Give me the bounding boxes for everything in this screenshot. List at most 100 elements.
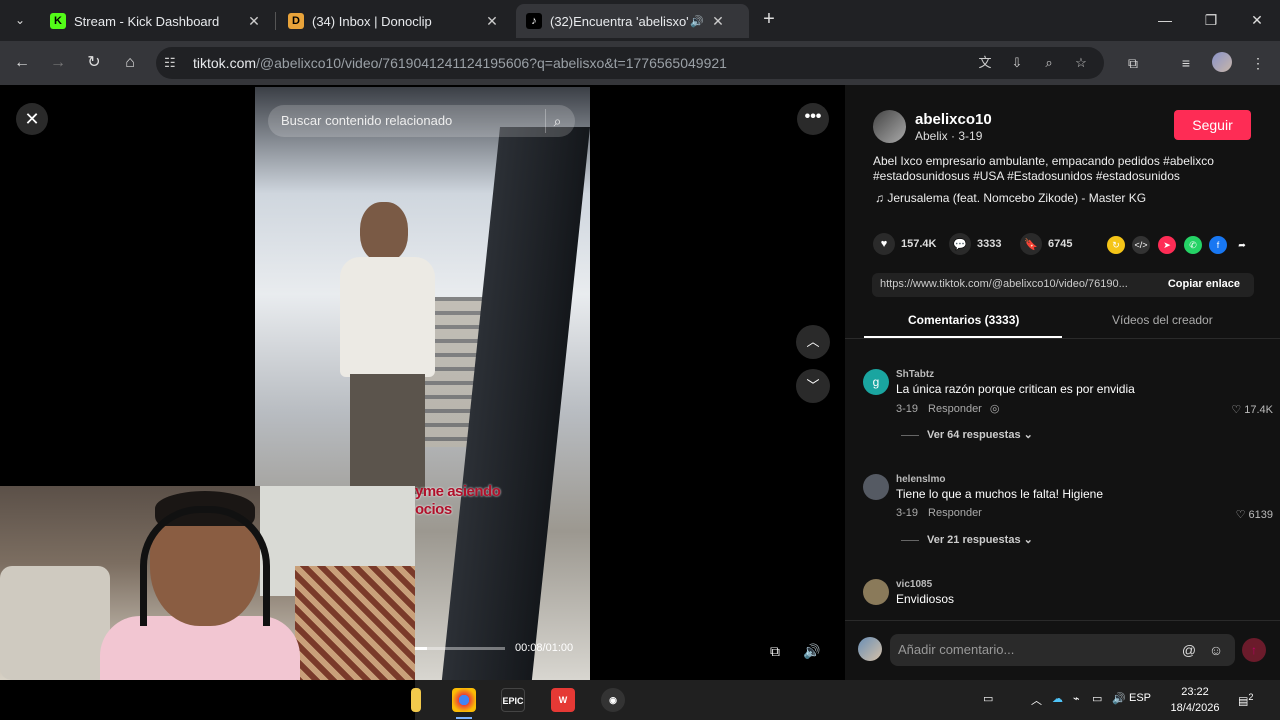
close-tab-icon[interactable]: ✕ <box>246 13 262 30</box>
close-tab-icon[interactable]: ✕ <box>710 13 726 30</box>
author-avatar[interactable] <box>873 110 906 143</box>
wps-icon[interactable]: W <box>551 688 575 712</box>
related-search-input[interactable]: Buscar contenido relacionado ⌕ <box>268 105 575 137</box>
extensions-icon[interactable]: ⧉ <box>1123 53 1143 73</box>
tab-search-chevron-icon[interactable]: ⌄ <box>8 8 32 32</box>
view-replies-button[interactable]: Ver 21 respuestas ⌄ <box>901 533 1033 546</box>
close-window-icon[interactable]: ✕ <box>1234 8 1280 32</box>
comment-input[interactable]: Añadir comentario... @ ☺ <box>890 634 1235 666</box>
commenter-avatar[interactable] <box>863 474 889 500</box>
comment-like-button[interactable]: ♡ 6139 <box>1236 508 1273 521</box>
tiktok-page: ✕ yme asiendo ocios Buscar contenido rel… <box>0 85 1280 680</box>
more-options-icon[interactable]: ••• <box>797 103 829 135</box>
show-hidden-icons-icon[interactable]: ︿ <box>1031 692 1042 708</box>
notifications-icon[interactable]: ▤2 <box>1238 692 1254 708</box>
translate-icon[interactable]: 文 <box>976 54 994 72</box>
bookmark-star-icon[interactable]: ☆ <box>1072 54 1090 72</box>
send-comment-icon[interactable]: ↑ <box>1242 638 1266 662</box>
tab-title: Stream - Kick Dashboard <box>74 13 220 29</box>
minimize-icon[interactable]: — <box>1142 8 1188 32</box>
volume-icon[interactable]: 🔊 <box>798 637 826 665</box>
follow-button[interactable]: Seguir <box>1174 110 1251 140</box>
tab-kick-dashboard[interactable]: K Stream - Kick Dashboard ✕ <box>40 4 272 38</box>
zoom-icon[interactable]: ⌕ <box>1040 54 1058 72</box>
tab-donoclip[interactable]: D (34) Inbox | Donoclip ✕ <box>278 4 510 38</box>
task-view-icon[interactable]: ▭ <box>983 692 993 705</box>
usb-icon[interactable]: ⌁ <box>1073 692 1080 705</box>
comment-composer: Añadir comentario... @ ☺ ↑ <box>845 620 1280 680</box>
facebook-icon[interactable]: f <box>1209 236 1227 254</box>
commenter-avatar[interactable] <box>863 579 889 605</box>
floating-player-icon[interactable]: ⧉ <box>761 637 789 665</box>
profile-avatar[interactable] <box>1212 52 1232 72</box>
commenter-avatar[interactable]: g <box>863 369 889 395</box>
reply-button[interactable]: Responder <box>928 403 982 415</box>
commenter-username[interactable]: ShTabtz <box>896 369 934 380</box>
whatsapp-icon[interactable]: ✆ <box>1184 236 1202 254</box>
tab-separator <box>275 12 276 30</box>
comment-item: vic1085 Envidiosos <box>863 579 1273 619</box>
search-icon[interactable]: ⌕ <box>545 109 569 133</box>
mention-icon[interactable]: @ <box>1179 640 1199 660</box>
view-replies-button[interactable]: Ver 64 respuestas ⌄ <box>901 428 1033 441</box>
tab-title: (32)Encuentra 'abelisxo' en <box>550 13 690 29</box>
webcam-overlay <box>0 486 415 680</box>
kick-icon: K <box>50 13 66 29</box>
details-panel: abelixco10 Abelix · 3-19 Seguir Abel Ixc… <box>845 85 1280 680</box>
address-bar[interactable]: ☷ tiktok.com/@abelixco10/video/761904124… <box>156 47 1104 79</box>
video-frame-person <box>330 202 440 494</box>
restore-icon[interactable]: ❐ <box>1188 8 1234 32</box>
file-explorer-icon[interactable] <box>411 688 421 712</box>
home-icon[interactable]: ⌂ <box>118 51 142 75</box>
author-subtitle: Abelix · 3-19 <box>915 129 983 143</box>
donoclip-icon: D <box>288 13 304 29</box>
like-button[interactable]: ♥ 157.4K <box>873 233 936 255</box>
author-username[interactable]: abelixco10 <box>915 111 992 128</box>
tab-creator-videos[interactable]: Vídeos del creador <box>1112 313 1213 327</box>
video-description: Abel Ixco empresario ambulante, empacand… <box>873 154 1214 183</box>
tab-comments[interactable]: Comentarios (3333) <box>908 313 1019 327</box>
previous-video-icon[interactable]: ︿ <box>796 325 830 359</box>
forward-icon[interactable]: → <box>46 51 70 75</box>
browser-toolbar: ← → ↻ ⌂ ☷ tiktok.com/@abelixco10/video/7… <box>0 41 1280 85</box>
obs-icon[interactable]: ◉ <box>601 688 625 712</box>
clock[interactable]: 23:22 18/4/2026 <box>1160 684 1230 716</box>
install-app-icon[interactable]: ⇩ <box>1008 54 1026 72</box>
menu-icon[interactable]: ⋮ <box>1248 53 1268 73</box>
comment-meta: 3-19 Responder ◎ <box>896 403 1000 415</box>
save-button[interactable]: 🔖 6745 <box>1020 233 1072 255</box>
repost-icon[interactable]: ↻ <box>1107 236 1125 254</box>
video-progress-bar[interactable] <box>415 647 505 650</box>
next-video-icon[interactable]: ﹀ <box>796 369 830 403</box>
onedrive-icon[interactable]: ☁ <box>1052 692 1063 705</box>
chrome-icon[interactable] <box>452 688 476 719</box>
comment-text: Tiene lo que a muchos le falta! Higiene <box>896 487 1104 501</box>
audio-playing-icon[interactable]: 🔊 <box>690 15 710 28</box>
commenter-username[interactable]: helenslmo <box>896 474 945 485</box>
comment-button[interactable]: 💬 3333 <box>949 233 1001 255</box>
back-icon[interactable]: ← <box>10 51 34 75</box>
site-info-icon[interactable]: ☷ <box>164 55 176 71</box>
new-tab-button[interactable]: + <box>758 8 780 32</box>
share-arrow-icon[interactable]: ➦ <box>1233 236 1251 254</box>
music-link[interactable]: ♫ Jerusalema (feat. Nomcebo Zikode) - Ma… <box>875 191 1146 205</box>
close-icon[interactable]: ✕ <box>16 103 48 135</box>
comment-like-button[interactable]: ♡ 17.4K <box>1231 403 1273 416</box>
close-tab-icon[interactable]: ✕ <box>484 13 500 30</box>
bookmark-icon: 🔖 <box>1020 233 1042 255</box>
tab-tiktok[interactable]: ♪ (32)Encuentra 'abelisxo' en 🔊 ✕ <box>516 4 749 38</box>
network-icon[interactable]: ▭ <box>1092 692 1102 705</box>
volume-tray-icon[interactable]: 🔊 <box>1112 692 1126 705</box>
embed-icon[interactable]: </> <box>1132 236 1150 254</box>
creator-liked-icon: ◎ <box>989 403 1000 415</box>
reload-icon[interactable]: ↻ <box>82 51 106 75</box>
url-text: tiktok.com/@abelixco10/video/76190412411… <box>193 55 727 71</box>
emoji-icon[interactable]: ☺ <box>1206 640 1226 660</box>
language-indicator[interactable]: ESP <box>1129 692 1151 704</box>
reply-button[interactable]: Responder <box>928 507 982 519</box>
epic-games-icon[interactable]: EPIC <box>501 688 525 712</box>
commenter-username[interactable]: vic1085 <box>896 579 932 590</box>
send-to-friends-icon[interactable]: ➤ <box>1158 236 1176 254</box>
copy-link-button[interactable]: Copiar enlace <box>1168 278 1240 290</box>
media-control-icon[interactable]: ≡ <box>1176 53 1196 73</box>
